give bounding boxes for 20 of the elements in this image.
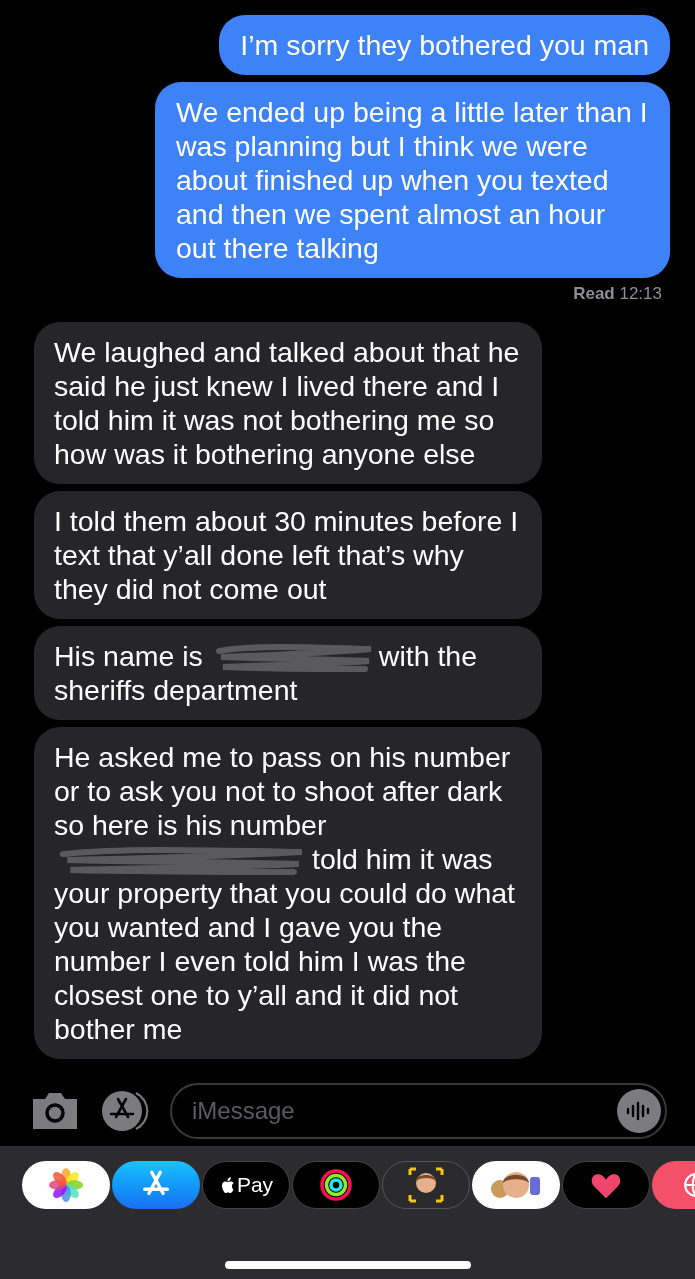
rings-icon [319, 1168, 353, 1202]
apple-pay-button[interactable]: Pay [202, 1161, 290, 1209]
waveform-icon [626, 1101, 652, 1121]
activity-app-button[interactable] [292, 1161, 380, 1209]
app-store-button[interactable] [112, 1161, 200, 1209]
received-message: We laughed and talked about that he said he just knew I lived there and I told him it was not bothering me so how was it bothering anyone else [34, 321, 542, 484]
sent-message: I’m sorry they bothered you man [219, 15, 670, 75]
message-field[interactable]: iMessage [192, 1093, 617, 1129]
stickers-app-button[interactable] [472, 1161, 560, 1209]
read-receipt: Read 12:13 [573, 283, 662, 305]
photos-app-button[interactable] [22, 1161, 110, 1209]
received-message: He asked me to pass on his number or to ask you not to shoot after dark so here is his number told him it was your property that you could do what you wanted and I gave you the number I even told him I was the closest one to y’all and it did not bother me [34, 726, 542, 1060]
message-field-frame[interactable]: iMessage [170, 1083, 667, 1139]
received-message: I told them about 30 minutes before I text that y’all done left that’s why they did not come out [34, 490, 542, 619]
digital-touch-button[interactable] [562, 1161, 650, 1209]
memoji-app-button[interactable] [382, 1161, 470, 1209]
flower-icon [47, 1166, 85, 1204]
sent-message: We ended up being a little later than I was planning but I think we were about finished up when you texted and then we spent almost an hour out there talking [155, 82, 670, 278]
voice-button[interactable] [617, 1089, 661, 1133]
received-message: His name is with the sheriffs department [34, 625, 542, 720]
